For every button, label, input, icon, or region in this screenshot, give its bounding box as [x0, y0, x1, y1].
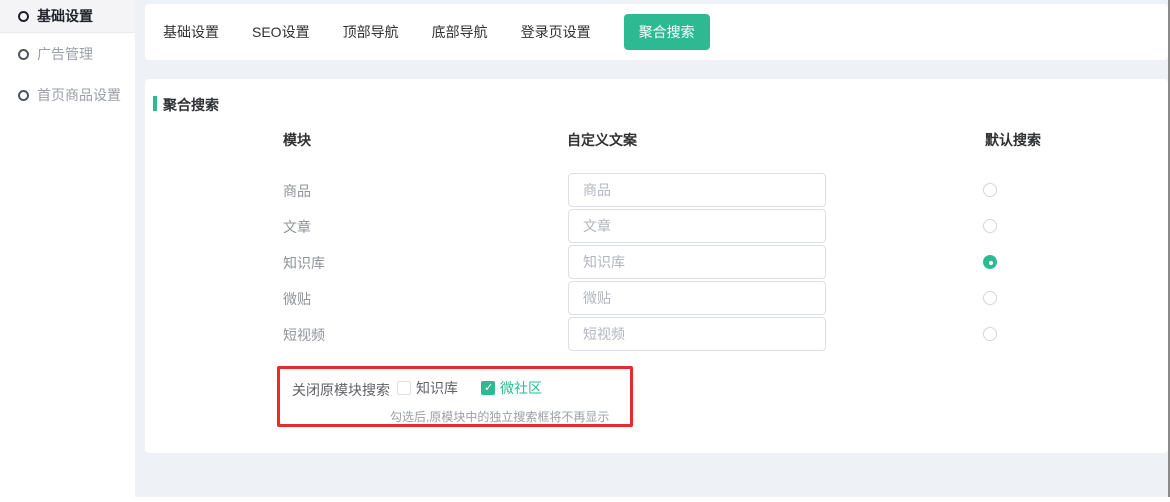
column-header-default-search: 默认搜索	[985, 130, 1041, 150]
sidebar-item-label: 基础设置	[37, 6, 93, 26]
tab-top-nav[interactable]: 顶部导航	[343, 22, 399, 42]
circle-icon	[18, 49, 29, 60]
checkbox-micro-community[interactable]: 微社区	[481, 378, 542, 398]
column-header-custom-text: 自定义文案	[567, 130, 637, 150]
tab-aggregate-search[interactable]: 聚合搜索	[624, 14, 710, 50]
module-label: 微贴	[283, 289, 311, 309]
sidebar-item-home-product-settings[interactable]: 首页商品设置	[0, 79, 135, 111]
custom-text-input[interactable]	[568, 245, 826, 279]
tab-basic-settings[interactable]: 基础设置	[163, 22, 219, 42]
sidebar-item-label: 广告管理	[37, 44, 93, 64]
tab-bottom-nav[interactable]: 底部导航	[432, 22, 488, 42]
circle-icon	[18, 11, 29, 22]
default-search-radio[interactable]	[983, 255, 997, 269]
circle-icon	[18, 90, 29, 101]
custom-text-input[interactable]	[568, 317, 826, 351]
sidebar-item-ad-management[interactable]: 广告管理	[0, 38, 135, 70]
custom-text-input[interactable]	[568, 281, 826, 315]
checkbox-label: 知识库	[416, 378, 458, 398]
module-label: 短视频	[283, 325, 325, 345]
checkbox-icon	[481, 381, 495, 395]
section-title: 聚合搜索	[163, 95, 219, 115]
default-search-radio[interactable]	[983, 327, 997, 341]
module-label: 商品	[283, 181, 311, 201]
custom-text-input[interactable]	[568, 173, 826, 207]
module-label: 文章	[283, 217, 311, 237]
checkbox-label: 微社区	[500, 378, 542, 398]
checkbox-help-text: 勾选后,原模块中的独立搜索框将不再显示	[390, 408, 609, 425]
tab-bar: 基础设置 SEO设置 顶部导航 底部导航 登录页设置 聚合搜索	[145, 4, 1168, 60]
module-label: 知识库	[283, 253, 325, 273]
tab-seo-settings[interactable]: SEO设置	[252, 22, 310, 42]
close-module-search-label: 关闭原模块搜索	[292, 380, 390, 400]
bottom-strip	[0, 497, 1170, 502]
checkbox-icon	[397, 381, 411, 395]
sidebar-item-label: 首页商品设置	[37, 85, 121, 105]
sidebar: 基础设置 广告管理 首页商品设置	[0, 0, 135, 502]
checkbox-knowledge-base[interactable]: 知识库	[397, 378, 458, 398]
column-header-module: 模块	[283, 130, 311, 150]
default-search-radio[interactable]	[983, 219, 997, 233]
custom-text-input[interactable]	[568, 209, 826, 243]
sidebar-item-basic-settings[interactable]: 基础设置	[0, 0, 135, 33]
tab-login-page[interactable]: 登录页设置	[521, 22, 591, 42]
default-search-radio[interactable]	[983, 183, 997, 197]
section-accent-bar	[153, 96, 157, 111]
default-search-radio[interactable]	[983, 291, 997, 305]
aggregate-search-panel: 聚合搜索 模块 自定义文案 默认搜索 商品 文章 知识库 微贴 短视频 关闭原模…	[145, 79, 1168, 453]
